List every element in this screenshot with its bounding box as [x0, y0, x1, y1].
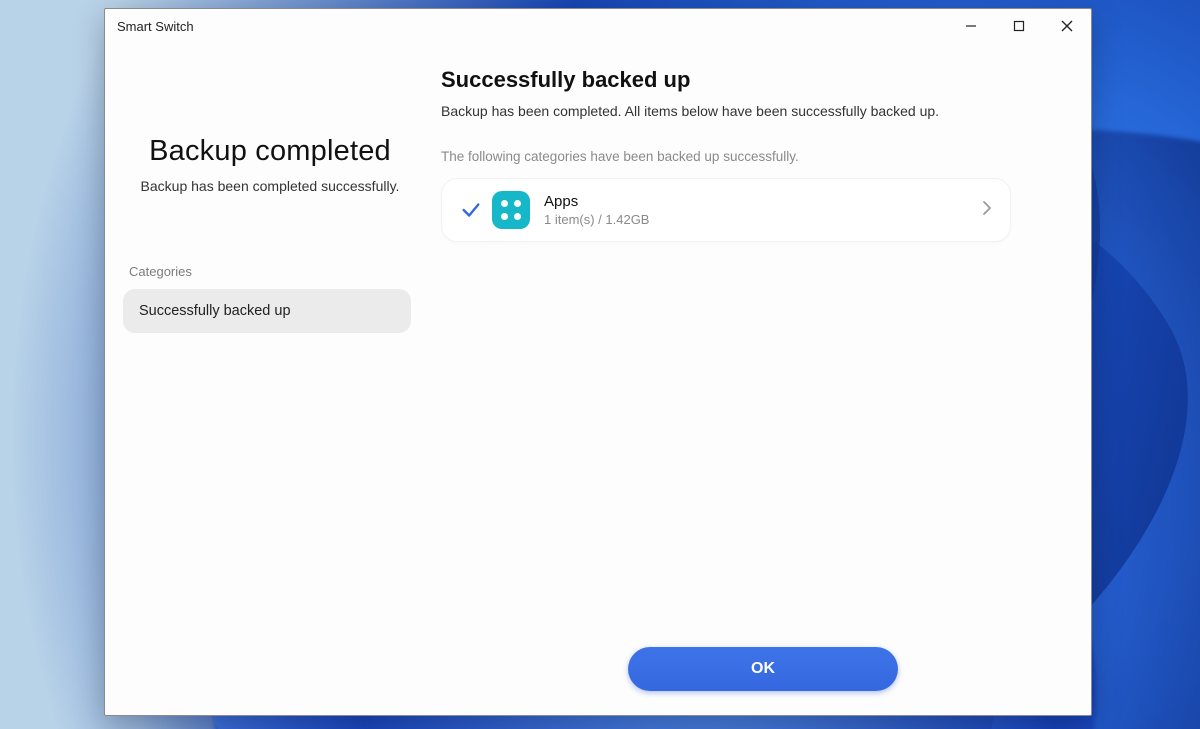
- titlebar[interactable]: Smart Switch: [105, 9, 1091, 43]
- maximize-icon: [1013, 20, 1025, 32]
- close-button[interactable]: [1043, 9, 1091, 43]
- backup-row-apps[interactable]: Apps 1 item(s) / 1.42GB: [441, 178, 1011, 242]
- window-controls: [947, 9, 1091, 43]
- close-icon: [1061, 20, 1073, 32]
- ok-button[interactable]: OK: [628, 647, 898, 691]
- app-window: Smart Switch Backup completed Backup has…: [104, 8, 1092, 716]
- chevron-right-icon: [982, 200, 992, 221]
- categories-label: Categories: [129, 264, 417, 279]
- check-icon: [454, 199, 488, 221]
- right-hint: The following categories have been backe…: [441, 149, 1055, 164]
- ok-button-label: OK: [751, 660, 775, 678]
- left-pane: Backup completed Backup has been complet…: [105, 43, 435, 715]
- right-heading: Successfully backed up: [441, 67, 1055, 93]
- row-title: Apps: [544, 193, 982, 210]
- right-subtitle: Backup has been completed. All items bel…: [441, 103, 1055, 119]
- left-heading: Backup completed: [123, 135, 417, 168]
- apps-icon: [492, 191, 530, 229]
- maximize-button[interactable]: [995, 9, 1043, 43]
- left-subtitle: Backup has been completed successfully.: [123, 178, 417, 194]
- minimize-icon: [965, 20, 977, 32]
- right-pane: Successfully backed up Backup has been c…: [435, 43, 1091, 715]
- category-item-label: Successfully backed up: [139, 303, 291, 319]
- category-item-success[interactable]: Successfully backed up: [123, 289, 411, 333]
- window-title: Smart Switch: [117, 19, 194, 34]
- minimize-button[interactable]: [947, 9, 995, 43]
- row-detail: 1 item(s) / 1.42GB: [544, 212, 982, 227]
